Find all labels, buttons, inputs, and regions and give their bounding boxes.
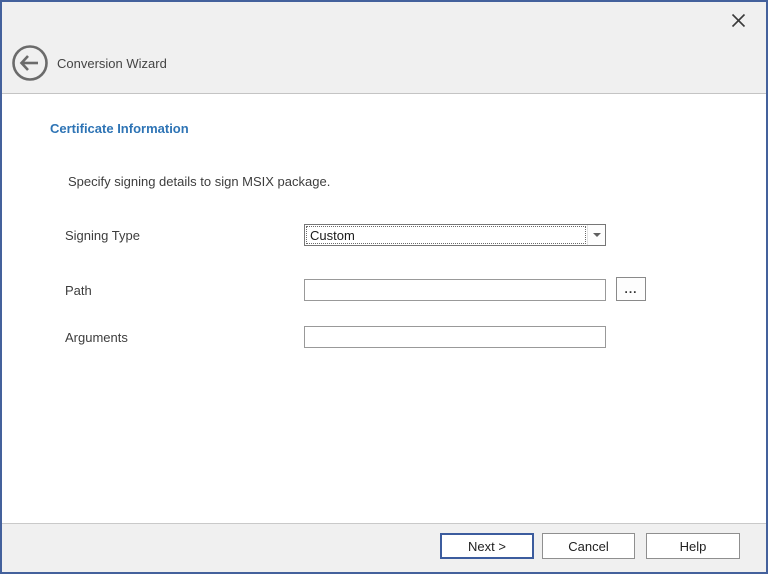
- path-label: Path: [65, 279, 92, 301]
- chevron-down-icon: [593, 233, 601, 237]
- browse-button[interactable]: ...: [616, 277, 646, 301]
- wizard-title: Conversion Wizard: [57, 44, 167, 82]
- arguments-input[interactable]: [304, 326, 606, 348]
- signing-type-value: Custom: [310, 225, 355, 245]
- signing-type-combobox[interactable]: Custom: [304, 224, 606, 246]
- close-icon: [731, 13, 746, 31]
- next-button[interactable]: Next >: [440, 533, 534, 559]
- page-heading: Certificate Information: [50, 121, 189, 136]
- arguments-label: Arguments: [65, 326, 128, 348]
- arrow-left-circle-icon: [11, 70, 49, 85]
- help-button[interactable]: Help: [646, 533, 740, 559]
- wizard-header: Conversion Wizard: [2, 2, 766, 94]
- page-description: Specify signing details to sign MSIX pac…: [68, 174, 330, 189]
- path-input[interactable]: [304, 279, 606, 301]
- combobox-dropdown-zone[interactable]: [587, 225, 605, 245]
- signing-type-label: Signing Type: [65, 224, 140, 246]
- conversion-wizard-dialog: Conversion Wizard Certificate Informatio…: [0, 0, 768, 574]
- wizard-footer: Next > Cancel Help: [2, 523, 766, 572]
- close-button[interactable]: [722, 6, 754, 38]
- back-button[interactable]: [11, 44, 49, 82]
- cancel-button[interactable]: Cancel: [542, 533, 635, 559]
